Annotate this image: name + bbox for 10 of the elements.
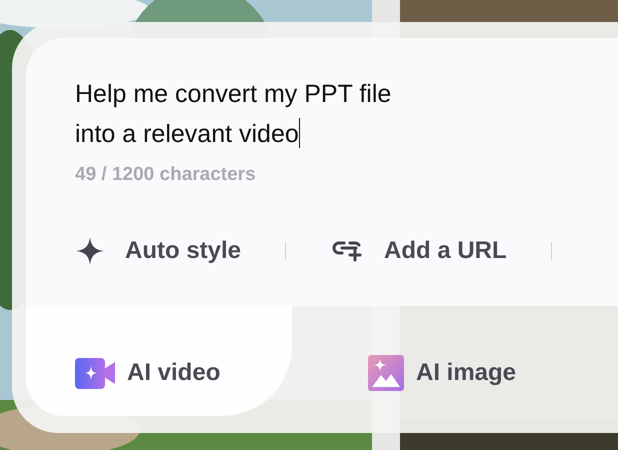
prompt-input[interactable]: Help me convert my PPT file into a relevant video [75, 74, 495, 154]
link-plus-icon [332, 239, 364, 263]
sparkle-icon [75, 236, 105, 266]
image-icon [368, 355, 404, 391]
character-counter: 49 / 1200 characters [75, 164, 257, 186]
video-camera-icon [75, 357, 115, 389]
mode-tab[interactable]: AI video [26, 306, 292, 416]
style-button[interactable]: Auto style [75, 236, 242, 266]
mode-tab[interactable]: AI image [320, 306, 610, 416]
add-url-button[interactable]: Add a URL [332, 237, 507, 265]
